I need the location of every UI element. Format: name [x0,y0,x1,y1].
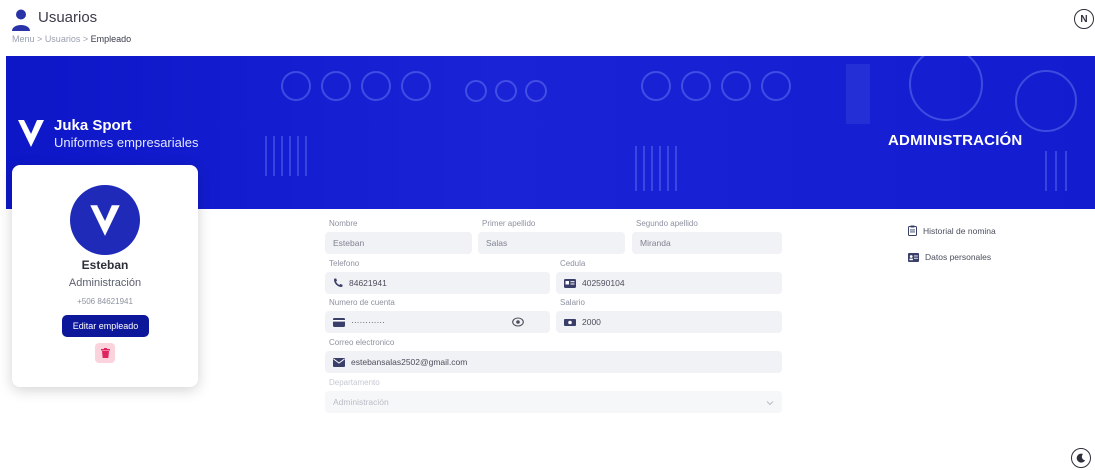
top-bar: Usuarios Menu > Usuarios > Empleado N [0,0,1095,56]
departamento-value: Administración [333,397,389,407]
segundo-apellido-field[interactable]: Miranda [632,232,782,254]
cuenta-label: Numero de cuenta [329,298,395,307]
salario-label: Salario [560,298,585,307]
contact-card-icon [908,252,919,262]
salario-value: 2000 [582,317,601,327]
correo-label: Correo electronico [329,338,395,347]
account-avatar-button[interactable]: N [1074,9,1094,29]
telefono-value: 84621941 [349,278,387,288]
telefono-field[interactable]: 84621941 [325,272,550,294]
brand-logo [18,120,44,147]
breadcrumb-separator: > [82,34,89,44]
payroll-history-link[interactable]: Historial de nomina [908,225,996,236]
breadcrumb: Menu > Usuarios > Empleado [12,34,131,44]
nombre-value: Esteban [333,238,365,248]
clipboard-icon [908,225,917,236]
brand-name: Juka Sport [54,117,132,134]
breadcrumb-usuarios[interactable]: Usuarios [45,34,81,44]
employee-name: Esteban [81,258,129,272]
breadcrumb-empleado: Empleado [90,34,132,44]
money-icon [564,318,576,327]
employee-profile-card: Esteban Administración +506 84621941 Edi… [12,165,198,387]
segundo-apellido-label: Segundo apellido [636,219,698,228]
departamento-select[interactable]: Administración [325,391,782,413]
cedula-field[interactable]: 402590104 [556,272,782,294]
mail-icon [333,357,345,367]
cuenta-field[interactable]: ············ [325,311,550,333]
moon-icon [1076,453,1086,463]
telefono-label: Telefono [329,259,360,268]
segundo-apellido-value: Miranda [640,238,671,248]
show-password-eye-icon[interactable] [512,316,524,330]
salario-field[interactable]: 2000 [556,311,782,333]
personal-data-link[interactable]: Datos personales [908,252,991,262]
correo-field[interactable]: estebansalas2502@gmail.com [325,351,782,373]
payroll-history-label: Historial de nomina [923,225,996,236]
brand-subtitle: Uniformes empresariales [54,135,199,150]
cuenta-value: ············ [351,317,385,327]
page-title: Usuarios [38,9,98,26]
departamento-label: Departamento [329,378,380,387]
chevron-down-icon [766,398,774,408]
cedula-value: 402590104 [582,278,625,288]
credit-card-icon [333,317,345,327]
personal-data-label: Datos personales [925,252,992,262]
correo-value: estebansalas2502@gmail.com [351,357,468,367]
phone-icon [333,278,343,288]
employee-role: Administración [68,277,142,289]
dark-mode-toggle-button[interactable] [1071,448,1091,468]
primer-apellido-value: Salas [486,238,508,248]
employee-avatar [70,185,140,255]
user-icon [12,9,30,31]
breadcrumb-menu[interactable]: Menu [12,34,35,44]
nombre-field[interactable]: Esteban [325,232,472,254]
employee-phone: +506 84621941 [77,297,133,306]
id-card-icon [564,278,576,288]
primer-apellido-label: Primer apellido [482,219,536,228]
trash-icon [100,348,110,358]
brand-logo-icon [90,205,120,236]
edit-employee-button[interactable]: Editar empleado [62,315,149,337]
delete-employee-button[interactable] [95,343,115,363]
nombre-label: Nombre [329,219,358,228]
cedula-label: Cedula [560,259,586,268]
section-title: ADMINISTRACIÓN [888,132,1023,149]
breadcrumb-separator: > [37,34,43,44]
primer-apellido-field[interactable]: Salas [478,232,625,254]
